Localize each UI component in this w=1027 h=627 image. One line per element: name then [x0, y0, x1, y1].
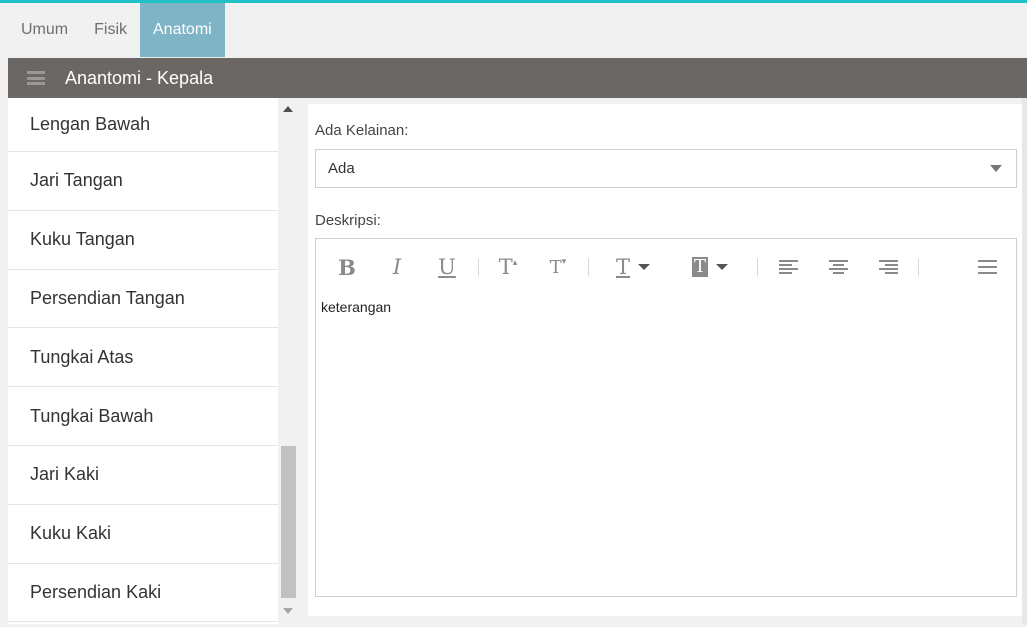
list-item[interactable]: Lengan Bawah — [8, 98, 278, 152]
deskripsi-label: Deskripsi: — [315, 212, 381, 229]
toolbar-separator — [588, 258, 589, 276]
superscript-icon[interactable]: T ▴ — [496, 253, 520, 281]
tab-fisik[interactable]: Fisik — [81, 3, 140, 57]
kelainan-select[interactable]: Ada — [315, 149, 1017, 188]
tab-umum[interactable]: Umum — [8, 3, 81, 57]
editor-toolbar: B I U T ▴ T ▾ T T — [316, 239, 1016, 295]
detail-panel: Ada Kelainan: Ada Deskripsi: B I U T ▴ T ▾… — [308, 104, 1023, 616]
align-center-icon[interactable] — [827, 253, 849, 281]
kelainan-value: Ada — [328, 160, 355, 177]
list-item[interactable]: Jari Kaki — [8, 446, 278, 505]
section-title: Anantomi - Kepala — [65, 67, 214, 88]
chevron-down-icon — [716, 264, 728, 270]
tab-bar: Umum Fisik Anatomi — [8, 3, 225, 57]
tab-anatomi[interactable]: Anatomi — [140, 3, 225, 57]
toolbar-separator — [478, 258, 479, 276]
toolbar-separator — [918, 258, 919, 276]
list-scrollbar[interactable] — [279, 98, 298, 624]
section-header: Anantomi - Kepala — [8, 58, 1027, 98]
highlight-glyph: T — [691, 256, 708, 277]
scroll-down-icon[interactable] — [283, 608, 293, 614]
font-color-icon[interactable]: T — [610, 253, 656, 281]
list-item[interactable]: Persendian Tangan — [8, 270, 278, 329]
toolbar-separator — [757, 258, 758, 276]
hamburger-icon[interactable] — [27, 71, 45, 85]
align-right-icon[interactable] — [877, 253, 899, 281]
subscript-icon[interactable]: T ▾ — [546, 253, 570, 281]
list-item[interactable]: Kuku Tangan — [8, 211, 278, 270]
subscript-glyph: T — [549, 256, 562, 278]
chevron-down-icon — [638, 264, 650, 270]
scrollbar-thumb[interactable] — [281, 446, 296, 598]
underline-icon[interactable]: U — [436, 253, 458, 281]
editor-content[interactable]: keterangan — [321, 299, 391, 315]
list-item[interactable]: Tungkai Bawah — [8, 387, 278, 446]
chevron-down-icon — [990, 165, 1002, 172]
list-item[interactable]: Jari Tangan — [8, 152, 278, 211]
scroll-up-icon[interactable] — [283, 106, 293, 112]
font-color-glyph: T — [615, 255, 630, 279]
anatomy-list: Lengan Bawah Jari Tangan Kuku Tangan Per… — [8, 98, 278, 624]
list-item[interactable]: Tungkai Atas — [8, 328, 278, 388]
italic-icon[interactable]: I — [386, 253, 408, 281]
page-scrollbar[interactable] — [1022, 98, 1027, 624]
rich-text-editor[interactable]: B I U T ▴ T ▾ T T keterangan — [315, 238, 1017, 597]
highlight-color-icon[interactable]: T — [686, 253, 734, 281]
superscript-glyph: T — [498, 255, 513, 279]
bold-icon[interactable]: B — [336, 253, 358, 281]
list-item[interactable]: Persendian Kaki — [8, 564, 278, 623]
kelainan-label: Ada Kelainan: — [315, 122, 409, 139]
more-icon[interactable] — [976, 253, 998, 281]
list-item[interactable]: Kuku Kaki — [8, 505, 278, 564]
align-left-icon[interactable] — [777, 253, 799, 281]
